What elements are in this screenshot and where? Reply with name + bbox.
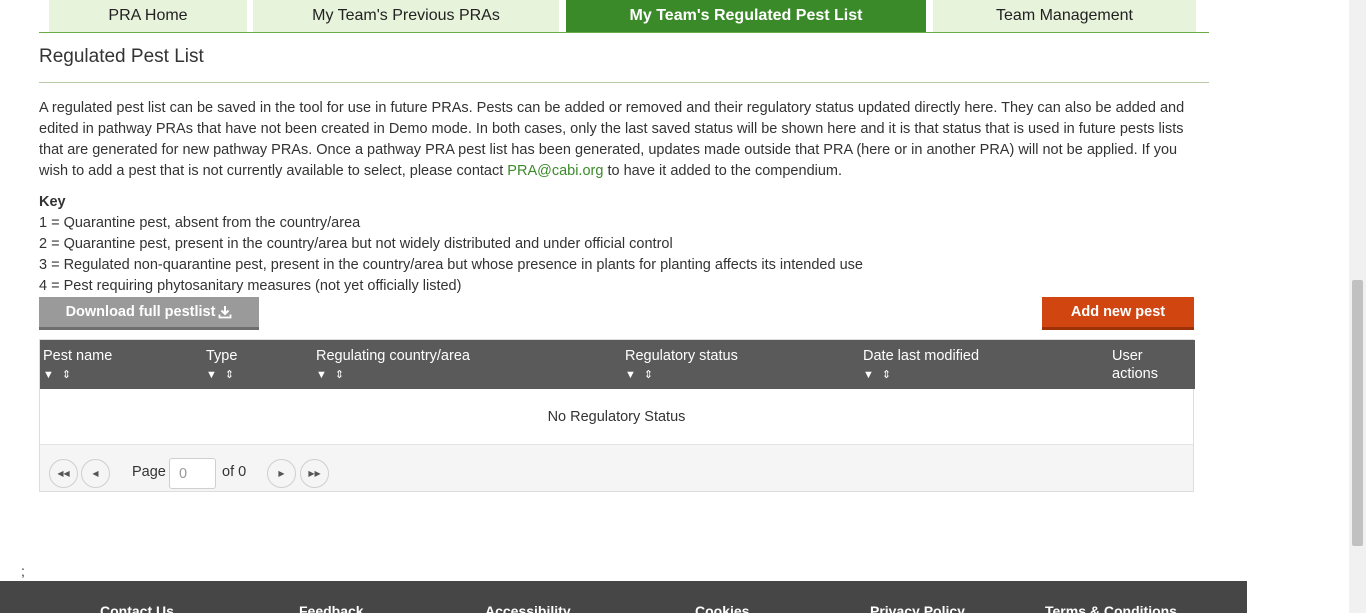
- sort-icon[interactable]: ⇕: [644, 366, 653, 384]
- sort-icon[interactable]: ⇕: [62, 366, 71, 384]
- title-divider: [39, 82, 1209, 83]
- key-item: 3 = Regulated non-quarantine pest, prese…: [39, 257, 863, 273]
- column-label: Regulating country/area: [316, 348, 470, 364]
- footer-link-terms[interactable]: Terms & Conditions: [1045, 603, 1177, 613]
- pagination-bar: ◀◀ ◀ Page of 0 ▶ ▶▶: [40, 445, 1193, 491]
- sort-icon[interactable]: ⇕: [882, 366, 891, 384]
- scrollbar-thumb[interactable]: [1352, 280, 1363, 546]
- column-label: Type: [206, 348, 238, 364]
- column-label: Pest name: [43, 348, 113, 364]
- download-icon: [219, 306, 232, 319]
- first-page-icon: ◀◀: [57, 469, 70, 478]
- site-footer: Contact Us Feedback Accessibility Cookie…: [0, 581, 1247, 613]
- column-user-actions: User actions: [1112, 347, 1172, 383]
- column-date-modified: Date last modified ▼ ⇕: [863, 347, 979, 384]
- column-regulating-country: Regulating country/area ▼ ⇕: [316, 347, 470, 384]
- column-pest-name: Pest name ▼ ⇕: [43, 347, 112, 384]
- download-pestlist-button[interactable]: Download full pestlist: [39, 297, 259, 330]
- pest-table: Pest name ▼ ⇕ Type ▼ ⇕ Regulating country/…: [39, 339, 1195, 492]
- tab-previous-pras[interactable]: My Team's Previous PRAs: [253, 0, 559, 32]
- page-label: Page: [132, 464, 166, 480]
- add-new-pest-button[interactable]: Add new pest: [1042, 297, 1194, 330]
- tab-regulated-pest-list[interactable]: My Team's Regulated Pest List: [566, 0, 926, 32]
- tab-pra-home[interactable]: PRA Home: [49, 0, 247, 32]
- key-item: 4 = Pest requiring phytosanitary measure…: [39, 278, 462, 294]
- filter-icon[interactable]: ▼: [863, 366, 874, 384]
- filter-icon[interactable]: ▼: [206, 366, 217, 384]
- nav-tabs: PRA Home My Team's Previous PRAs My Team…: [39, 0, 1209, 33]
- filter-icon[interactable]: ▼: [43, 366, 54, 384]
- footer-link-cookies[interactable]: Cookies: [695, 603, 749, 613]
- column-regulatory-status: Regulatory status ▼ ⇕: [625, 347, 738, 384]
- status-key: Key 1 = Quarantine pest, absent from the…: [39, 192, 863, 297]
- sort-icon[interactable]: ⇕: [335, 366, 344, 384]
- footer-link-feedback[interactable]: Feedback: [299, 603, 364, 613]
- intro-text-after: to have it added to the compendium.: [603, 163, 843, 179]
- key-title: Key: [39, 194, 66, 210]
- footer-link-contact[interactable]: Contact Us: [100, 603, 174, 613]
- last-page-button[interactable]: ▶▶: [300, 459, 329, 488]
- key-item: 2 = Quarantine pest, present in the coun…: [39, 236, 673, 252]
- filter-icon[interactable]: ▼: [625, 366, 636, 384]
- stray-text: ;: [21, 563, 25, 579]
- first-page-button[interactable]: ◀◀: [49, 459, 78, 488]
- column-label: Date last modified: [863, 348, 980, 364]
- next-page-icon: ▶: [278, 469, 285, 478]
- key-item: 1 = Quarantine pest, absent from the cou…: [39, 215, 361, 231]
- page-count: of 0: [222, 464, 247, 480]
- tab-team-management[interactable]: Team Management: [933, 0, 1196, 32]
- empty-table-message: No Regulatory Status: [40, 389, 1193, 445]
- table-header: Pest name ▼ ⇕ Type ▼ ⇕ Regulating country/…: [40, 340, 1195, 389]
- intro-paragraph: A regulated pest list can be saved in th…: [39, 98, 1189, 182]
- column-type: Type ▼ ⇕: [206, 347, 237, 384]
- sort-icon[interactable]: ⇕: [225, 366, 234, 384]
- column-label: Regulatory status: [625, 348, 738, 364]
- filter-icon[interactable]: ▼: [316, 366, 327, 384]
- page-number-input[interactable]: [169, 458, 216, 489]
- column-label: User actions: [1112, 348, 1158, 382]
- contact-email-link[interactable]: PRA@cabi.org: [507, 163, 603, 179]
- previous-page-icon: ◀: [92, 469, 99, 478]
- footer-link-accessibility[interactable]: Accessibility: [485, 603, 571, 613]
- next-page-button[interactable]: ▶: [267, 459, 296, 488]
- previous-page-button[interactable]: ◀: [81, 459, 110, 488]
- download-button-label: Download full pestlist: [65, 304, 216, 320]
- page-scrollbar[interactable]: [1349, 0, 1366, 613]
- last-page-icon: ▶▶: [308, 469, 321, 478]
- page-title: Regulated Pest List: [39, 46, 204, 67]
- footer-link-privacy[interactable]: Privacy Policy: [870, 603, 965, 613]
